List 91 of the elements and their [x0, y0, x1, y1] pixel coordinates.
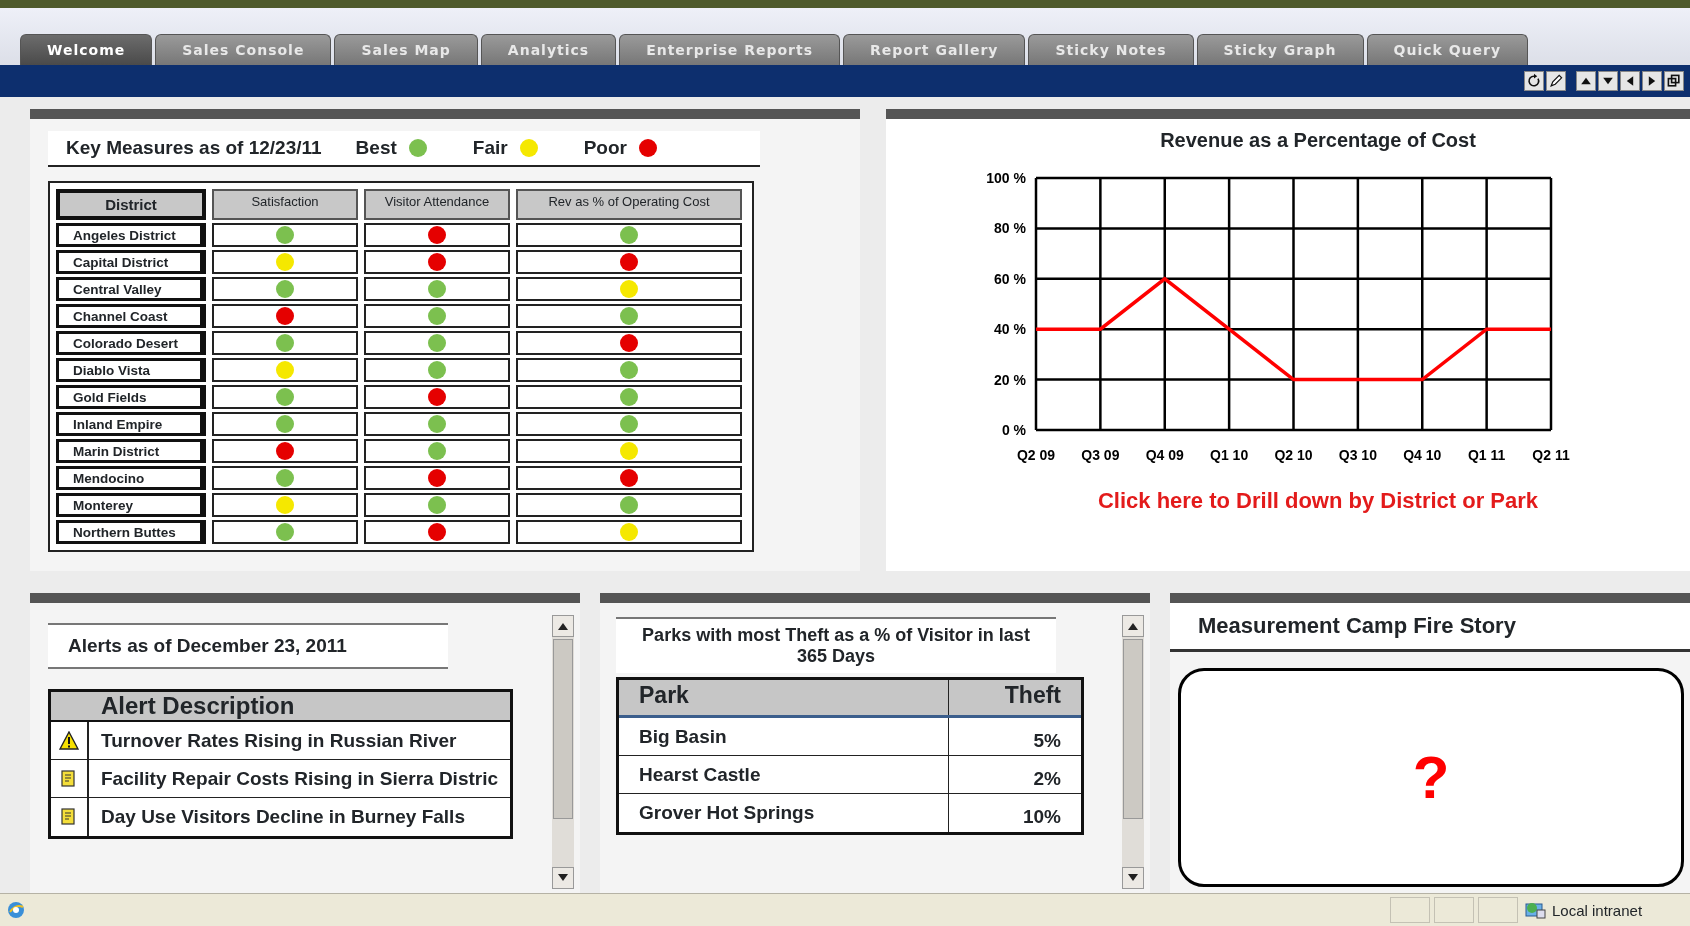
- scroll-down-button[interactable]: [552, 867, 574, 889]
- district-cell: Capital District: [56, 250, 206, 274]
- table-cell-text: 5%: [1032, 729, 1062, 753]
- status-bar-panel: [1434, 897, 1474, 923]
- tab[interactable]: Sticky Graph: [1196, 34, 1364, 65]
- x-tick-label: Q3 10: [1338, 447, 1377, 463]
- district-cell: Colorado Desert: [56, 331, 206, 355]
- y-tick-label: 100 %: [986, 170, 1026, 186]
- x-tick-label: Q2 10: [1274, 447, 1313, 463]
- y-tick-label: 0 %: [1001, 422, 1026, 438]
- up-arrow-icon: [558, 622, 568, 630]
- up-arrow-icon: [1128, 622, 1138, 630]
- refresh-button[interactable]: [1524, 71, 1544, 91]
- table-cell: Grover Hot Springs: [619, 794, 949, 832]
- legend-label: Best: [355, 137, 397, 159]
- panel-title: Alerts as of December 23, 2011: [48, 623, 448, 669]
- y-tick-label: 40 %: [994, 321, 1026, 338]
- intranet-icon: [1524, 900, 1546, 920]
- table-cell-text: 2%: [1032, 767, 1062, 791]
- pencil-icon: [1548, 73, 1564, 89]
- chart-title: Revenue as a Percentage of Cost: [1160, 129, 1476, 152]
- column-header: Alert Description: [51, 692, 510, 722]
- status-bar-panel: [1478, 897, 1518, 923]
- drill-down-link[interactable]: Click here to Drill down by District or Park: [1097, 488, 1539, 514]
- x-tick-label: Q4 09: [1145, 447, 1184, 463]
- column-header: Visitor Attendance: [364, 189, 510, 220]
- legend-label: Poor: [583, 137, 627, 159]
- up-arrow-button[interactable]: [1576, 71, 1596, 91]
- down-arrow-icon: [1128, 874, 1138, 882]
- scrollbar[interactable]: [1122, 615, 1144, 889]
- refresh-icon: [1526, 73, 1542, 89]
- district-cell: Marin District: [56, 439, 206, 463]
- down-arrow-button[interactable]: [1598, 71, 1618, 91]
- y-tick-label: 20 %: [994, 371, 1026, 388]
- left-arrow-button[interactable]: [1620, 71, 1640, 91]
- down-arrow-icon: [558, 874, 568, 882]
- table-cell-text: 10%: [1021, 805, 1062, 829]
- column-header: Theft: [1003, 681, 1062, 710]
- column-header: District: [56, 189, 206, 220]
- district-cell: Gold Fields: [56, 385, 206, 409]
- x-tick-label: Q2 11: [1532, 447, 1570, 463]
- district-cell: Northern Buttes: [56, 520, 206, 544]
- legend-label: Fair: [472, 137, 508, 159]
- column-header: Park: [619, 680, 949, 715]
- alert-text: Facility Repair Costs Rising in Sierra Distric: [100, 767, 498, 790]
- scroll-up-button[interactable]: [1122, 615, 1144, 637]
- x-tick-label: Q4 10: [1403, 447, 1442, 463]
- x-tick-label: Q1 10: [1210, 447, 1249, 463]
- table-cell: Big Basin: [619, 718, 949, 755]
- zone-label: Local intranet: [1552, 901, 1643, 919]
- tab[interactable]: Welcome: [20, 34, 153, 65]
- district-cell: Channel Coast: [56, 304, 206, 328]
- status-bar-panel: [1390, 897, 1430, 923]
- column-header: Rev as % of Operating Cost: [516, 189, 742, 220]
- table-cell: Hearst Castle: [619, 756, 949, 793]
- tab[interactable]: Sales Console: [155, 34, 332, 65]
- district-cell: Angeles District: [56, 223, 206, 247]
- tab[interactable]: Analytics: [480, 34, 617, 65]
- x-tick-label: Q2 09: [1016, 447, 1056, 463]
- tab[interactable]: Quick Query: [1366, 34, 1529, 65]
- right-arrow-button[interactable]: [1642, 71, 1662, 91]
- pencil-button[interactable]: [1546, 71, 1566, 91]
- warning-icon: [59, 730, 79, 751]
- scroll-up-button[interactable]: [552, 615, 574, 637]
- tab[interactable]: Sticky Notes: [1028, 34, 1194, 65]
- district-cell: Diablo Vista: [56, 358, 206, 382]
- scroll-down-button[interactable]: [1122, 867, 1144, 889]
- alert-text: Turnover Rates Rising in Russian River: [100, 729, 457, 752]
- district-cell: Inland Empire: [56, 412, 206, 436]
- page-icon: [6, 900, 26, 920]
- y-tick-label: 60 %: [994, 270, 1026, 287]
- y-tick-label: 80 %: [994, 220, 1026, 237]
- x-tick-label: Q1 11: [1467, 447, 1506, 463]
- tab[interactable]: Enterprise Reports: [619, 34, 841, 65]
- panel-title: Measurement Camp Fire Story: [1170, 603, 1690, 652]
- panel-title: Parks with most Theft as a % of Visitor in last 365 Days: [616, 617, 1056, 673]
- tab[interactable]: Sales Map: [334, 34, 478, 65]
- district-cell: Monterey: [56, 493, 206, 517]
- restore-icon: [1666, 73, 1682, 89]
- district-cell: Mendocino: [56, 466, 206, 490]
- restore-button[interactable]: [1664, 71, 1684, 91]
- question-mark: ?: [1412, 743, 1450, 812]
- tab[interactable]: Report Gallery: [843, 34, 1026, 65]
- scrollbar-thumb[interactable]: [1123, 639, 1143, 819]
- district-cell: Central Valley: [56, 277, 206, 301]
- scrollbar[interactable]: [552, 615, 574, 889]
- alert-text: Day Use Visitors Decline in Burney Falls: [100, 806, 465, 828]
- panel-title: Key Measures as of 12/23/11: [66, 137, 322, 159]
- scrollbar-thumb[interactable]: [553, 639, 573, 819]
- column-header: Satisfaction: [212, 189, 358, 220]
- x-tick-label: Q3 09: [1081, 447, 1120, 463]
